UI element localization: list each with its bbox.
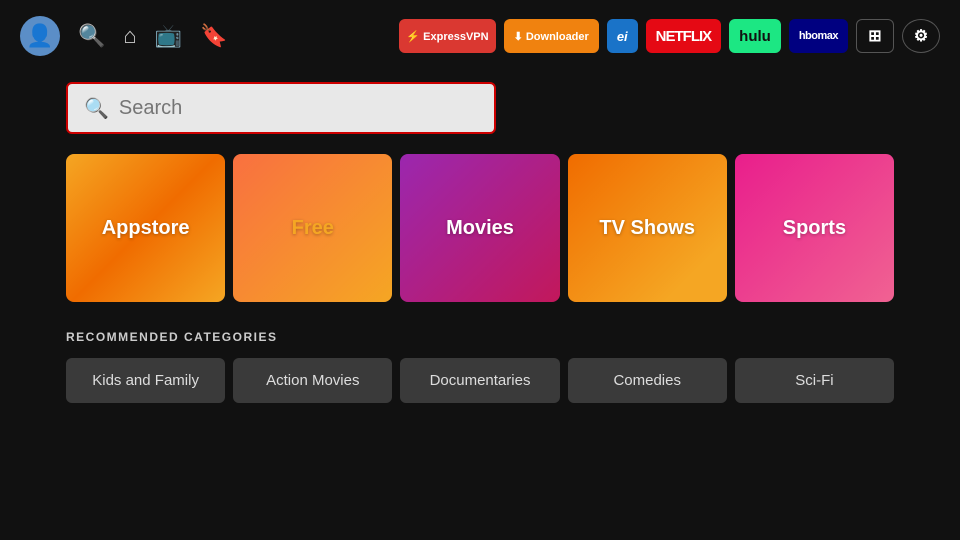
- chip-action-movies[interactable]: Action Movies: [233, 358, 392, 403]
- chip-sci-fi-label: Sci-Fi: [795, 372, 833, 389]
- grid-view-button[interactable]: ⊞: [856, 19, 894, 53]
- chip-documentaries[interactable]: Documentaries: [400, 358, 559, 403]
- search-nav-icon[interactable]: 🔍: [78, 23, 105, 49]
- search-bar[interactable]: 🔍: [66, 82, 496, 134]
- category-chips: Kids and Family Action Movies Documentar…: [66, 358, 894, 403]
- top-navigation: 👤 🔍 ⌂ 📺 🔖 ⚡ ExpressVPN ⬇ Downloader ei N…: [0, 0, 960, 72]
- nav-app-badges: ⚡ ExpressVPN ⬇ Downloader ei NETFLIX hul…: [399, 19, 940, 53]
- bookmark-icon[interactable]: 🔖: [200, 23, 227, 49]
- tile-free-label: Free: [292, 217, 334, 240]
- tile-sports-label: Sports: [783, 217, 846, 240]
- tile-movies-label: Movies: [446, 217, 514, 240]
- chip-documentaries-label: Documentaries: [430, 372, 531, 389]
- chip-sci-fi[interactable]: Sci-Fi: [735, 358, 894, 403]
- tile-sports[interactable]: Sports: [735, 154, 894, 302]
- category-tiles: Appstore Free Movies TV Shows Sports: [0, 154, 960, 302]
- chip-comedies-label: Comedies: [613, 372, 681, 389]
- home-icon[interactable]: ⌂: [123, 23, 136, 49]
- netflix-badge[interactable]: NETFLIX: [646, 19, 722, 53]
- tile-free[interactable]: Free: [233, 154, 392, 302]
- search-icon: 🔍: [84, 96, 109, 121]
- ei-label: ei: [617, 29, 628, 44]
- tile-tvshows-label: TV Shows: [599, 217, 695, 240]
- settings-button[interactable]: ⚙: [902, 19, 940, 53]
- gear-icon: ⚙: [914, 26, 928, 46]
- search-section: 🔍: [0, 72, 960, 154]
- hbomax-label: hbomax: [799, 30, 838, 42]
- tile-appstore-label: Appstore: [102, 217, 190, 240]
- grid-icon: ⊞: [868, 26, 881, 46]
- hulu-badge[interactable]: hulu: [729, 19, 781, 53]
- netflix-label: NETFLIX: [656, 28, 712, 45]
- chip-comedies[interactable]: Comedies: [568, 358, 727, 403]
- chip-kids-family[interactable]: Kids and Family: [66, 358, 225, 403]
- ei-badge[interactable]: ei: [607, 19, 638, 53]
- hbomax-badge[interactable]: hbomax: [789, 19, 848, 53]
- chip-action-movies-label: Action Movies: [266, 372, 359, 389]
- chip-kids-family-label: Kids and Family: [92, 372, 199, 389]
- recommended-section: RECOMMENDED CATEGORIES Kids and Family A…: [0, 330, 960, 403]
- tile-tvshows[interactable]: TV Shows: [568, 154, 727, 302]
- nav-left-icons: 👤 🔍 ⌂ 📺 🔖: [20, 16, 228, 56]
- tile-appstore[interactable]: Appstore: [66, 154, 225, 302]
- expressvpn-badge[interactable]: ⚡ ExpressVPN: [399, 19, 495, 53]
- downloader-label: ⬇ Downloader: [514, 30, 589, 43]
- tv-icon[interactable]: 📺: [155, 23, 182, 49]
- tile-movies[interactable]: Movies: [400, 154, 559, 302]
- avatar-icon: 👤: [26, 23, 53, 49]
- avatar[interactable]: 👤: [20, 16, 60, 56]
- downloader-badge[interactable]: ⬇ Downloader: [504, 19, 599, 53]
- expressvpn-label: ⚡ ExpressVPN: [406, 30, 488, 43]
- search-input[interactable]: [119, 97, 478, 120]
- recommended-title: RECOMMENDED CATEGORIES: [66, 330, 894, 344]
- hulu-label: hulu: [739, 28, 771, 45]
